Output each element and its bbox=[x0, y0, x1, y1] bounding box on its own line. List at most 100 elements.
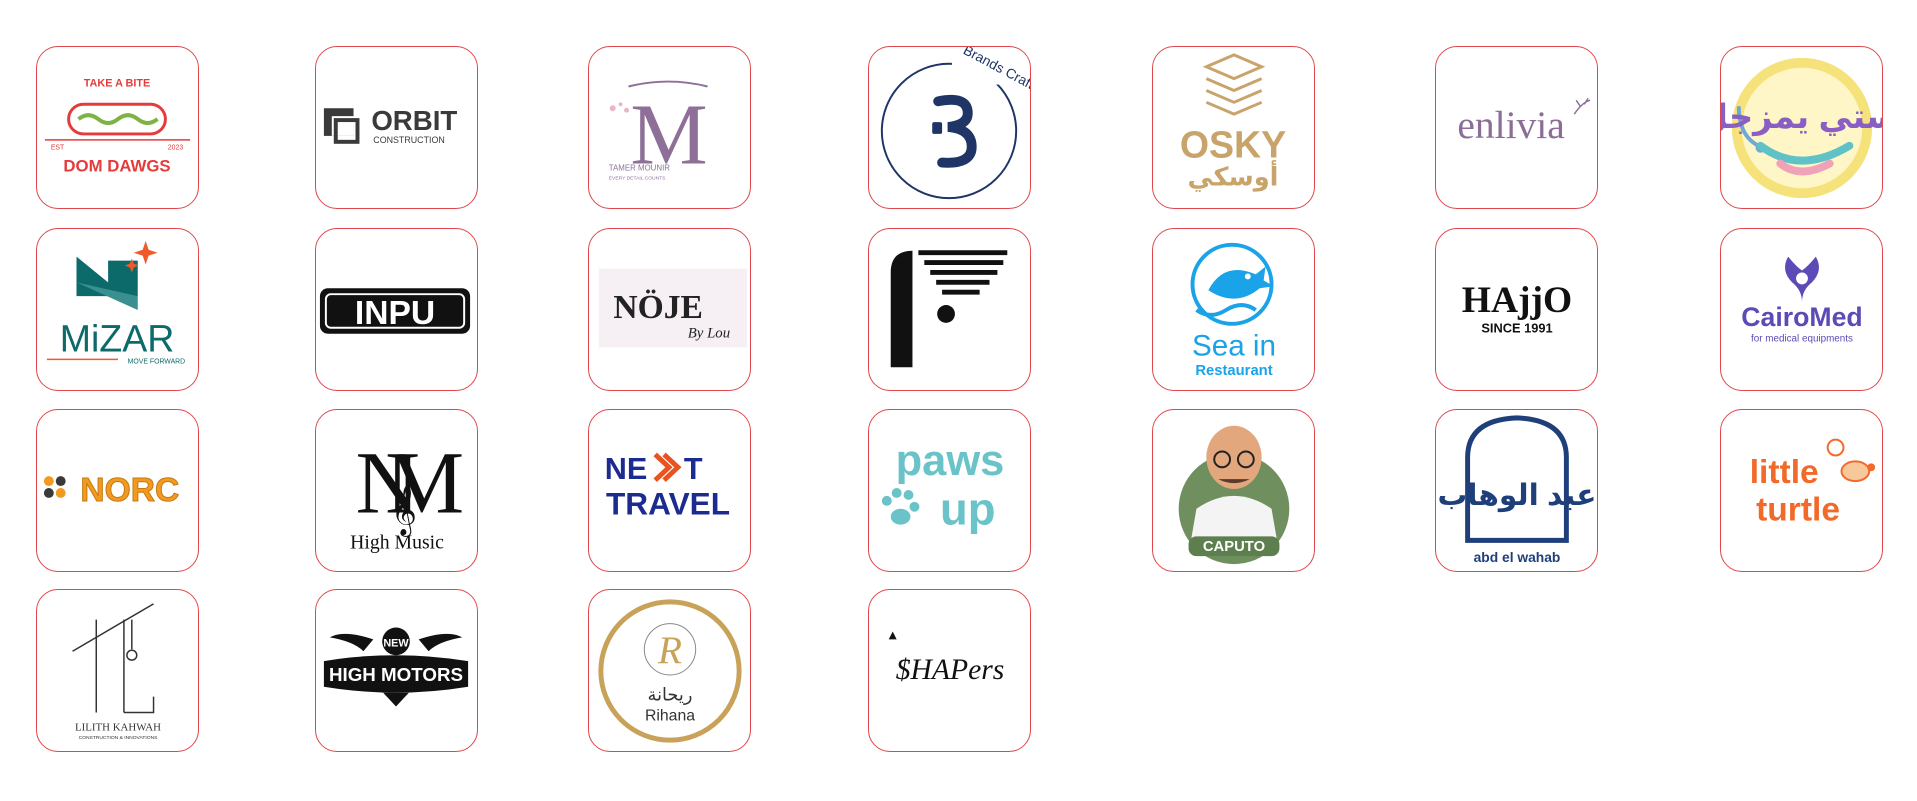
rihana-arabic: ريحانة bbox=[648, 685, 693, 705]
lilith-kahwah-sub: CONSTRUCTION & INNOVATIONS bbox=[79, 735, 159, 741]
noje-sub: By Lou bbox=[688, 326, 730, 342]
logo-kids-arabic: بستي يمزجل bbox=[1720, 46, 1883, 209]
high-music-name: High Music bbox=[350, 531, 444, 553]
osky-arabic: أوسكي bbox=[1188, 159, 1279, 192]
osky-logo: OSKY أوسكي bbox=[1180, 53, 1286, 192]
logo-cairomed: CairoMed for medical equipments bbox=[1720, 228, 1883, 391]
logo-shapers: $HAPers bbox=[868, 589, 1031, 752]
logo-hajjo: HAjjO SINCE 1991 bbox=[1435, 228, 1598, 391]
lilith-crane-icon bbox=[72, 603, 155, 714]
shapers-logo: $HAPers bbox=[888, 631, 1005, 686]
logo-norc: NORC bbox=[36, 409, 199, 572]
hajjo-name: HAjjO bbox=[1462, 280, 1572, 321]
lilith-kahwah-logo: LILITH KAHWAH CONSTRUCTION & INNOVATIONS bbox=[72, 603, 161, 741]
logo-paws-up: paws up bbox=[868, 409, 1031, 572]
orbit-sub: CONSTRUCTION bbox=[373, 135, 445, 145]
f-mark-icon bbox=[890, 250, 913, 368]
tamer-mounir-sub: EVERY DETAIL COUNTS bbox=[609, 175, 666, 181]
kids-arabic-logo: بستي يمزجل bbox=[1721, 57, 1882, 199]
new-high-motors-name: HIGH MOTORS bbox=[329, 664, 463, 685]
mizar-name: MiZAR bbox=[60, 317, 175, 359]
logo-mizar: MiZAR MOVE FORWARD bbox=[36, 228, 199, 391]
logo-new-high-motors: NEW HIGH MOTORS bbox=[315, 589, 478, 752]
stacked-layers-icon bbox=[1202, 53, 1266, 116]
norc-drops-icon bbox=[43, 476, 66, 498]
wave-icon bbox=[1195, 303, 1257, 317]
fish-icon bbox=[1208, 266, 1274, 299]
tamer-mounir-name: TAMER MOUNIR bbox=[609, 163, 671, 172]
noje-name: NÖJE bbox=[613, 289, 703, 326]
rihana-logo: R ريحانة Rihana bbox=[598, 599, 742, 743]
new-high-motors-logo: NEW HIGH MOTORS bbox=[323, 627, 469, 707]
inpu-name: INPU bbox=[355, 295, 435, 332]
sea-in-sub: Restaurant bbox=[1195, 363, 1272, 379]
dom-dawgs-year: 2023 bbox=[168, 145, 184, 152]
abd-el-wahab-name: abd el wahab bbox=[1474, 549, 1561, 565]
logo-orbit: ORBIT CONSTRUCTION bbox=[315, 46, 478, 209]
noje-logo: NÖJE By Lou bbox=[598, 268, 748, 348]
rihana-monogram-icon: R bbox=[657, 628, 682, 672]
little-turtle-turtle: turtle bbox=[1756, 492, 1840, 529]
inpu-logo: INPU bbox=[319, 288, 471, 334]
new-high-motors-new: NEW bbox=[383, 637, 409, 649]
abd-el-wahab-logo: عبد الوهاب abd el wahab bbox=[1438, 415, 1597, 565]
shapers-name: $HAPers bbox=[896, 654, 1005, 686]
next-travel-ne: NE bbox=[605, 452, 648, 486]
logo-noje: NÖJE By Lou bbox=[588, 228, 751, 391]
f-mark-logo bbox=[890, 250, 1008, 368]
sea-in-logo: Sea in Restaurant bbox=[1190, 242, 1276, 379]
dom-dawgs-logo: TAKE A BITE EST 2023 DOM DAWGS bbox=[44, 78, 191, 175]
logo-sea-in: Sea in Restaurant bbox=[1152, 228, 1315, 391]
tamer-mounir-logo: M TAMER MOUNIR EVERY DETAIL COUNTS bbox=[609, 80, 708, 183]
logo-tamer-mounir: M TAMER MOUNIR EVERY DETAIL COUNTS bbox=[588, 46, 751, 209]
paw-print-icon bbox=[881, 488, 920, 525]
flower-icon bbox=[609, 105, 616, 112]
turtle-icon bbox=[1840, 460, 1871, 483]
rihana-name: Rihana bbox=[645, 707, 695, 724]
next-travel-travel: TRAVEL bbox=[606, 486, 730, 522]
next-travel-t: T bbox=[684, 452, 703, 486]
orbit-name: ORBIT bbox=[371, 105, 457, 136]
orbit-logo: ORBIT CONSTRUCTION bbox=[323, 105, 457, 145]
bc-monogram-icon bbox=[933, 94, 977, 168]
kids-arabic-name: بستي يمزجل bbox=[1721, 99, 1882, 137]
osky-name: OSKY bbox=[1180, 124, 1286, 166]
hajjo-sub: SINCE 1991 bbox=[1481, 321, 1552, 336]
lilith-kahwah-name: LILITH KAHWAH bbox=[75, 721, 161, 733]
logo-caputo: CAPUTO bbox=[1152, 409, 1315, 572]
logo-osky: OSKY أوسكي bbox=[1152, 46, 1315, 209]
enlivia-name: enlivia bbox=[1457, 103, 1565, 147]
logo-dom-dawgs: TAKE A BITE EST 2023 DOM DAWGS bbox=[36, 46, 199, 209]
logo-f-mark bbox=[868, 228, 1031, 391]
little-turtle-logo: little turtle bbox=[1750, 438, 1876, 529]
mizar-logo: MiZAR MOVE FORWARD bbox=[46, 240, 186, 365]
paws-up-up: up bbox=[940, 484, 996, 535]
cairomed-sub: for medical equipments bbox=[1751, 334, 1853, 345]
logo-inpu: INPU bbox=[315, 228, 478, 391]
logo-next-travel: NE T TRAVEL bbox=[588, 409, 751, 572]
norc-logo: NORC bbox=[43, 471, 180, 509]
next-travel-logo: NE T TRAVEL bbox=[605, 452, 730, 522]
logo-lilith-kahwah: LILITH KAHWAH CONSTRUCTION & INNOVATIONS bbox=[36, 589, 199, 752]
caputo-name: CAPUTO bbox=[1203, 539, 1265, 555]
logo-brands-crafter: Brands Crafter bbox=[868, 46, 1031, 209]
crown-icon bbox=[888, 631, 897, 640]
logo-abd-el-wahab: عبد الوهاب abd el wahab bbox=[1435, 409, 1598, 572]
brands-crafter-logo: Brands Crafter bbox=[880, 47, 1030, 200]
logo-grid: TAKE A BITE EST 2023 DOM DAWGS ORBIT CON… bbox=[0, 0, 1917, 801]
abd-el-wahab-arabic: عبد الوهاب bbox=[1438, 479, 1597, 512]
treble-clef-icon: 𝄞 bbox=[391, 487, 417, 538]
mizar-sub: MOVE FORWARD bbox=[128, 358, 186, 365]
norc-name: NORC bbox=[80, 472, 179, 509]
dom-dawgs-est: EST bbox=[51, 145, 65, 152]
paws-up-logo: paws up bbox=[881, 437, 1004, 535]
logo-little-turtle: little turtle bbox=[1720, 409, 1883, 572]
sprig-icon bbox=[1573, 97, 1591, 115]
hotdog-icon bbox=[77, 113, 159, 126]
high-music-logo: N M 𝄞 High Music bbox=[350, 435, 464, 554]
hajjo-logo: HAjjO SINCE 1991 bbox=[1462, 280, 1572, 336]
cairomed-logo: CairoMed for medical equipments bbox=[1741, 256, 1863, 345]
cairomed-name: CairoMed bbox=[1741, 302, 1862, 332]
eagle-tail-icon bbox=[383, 692, 409, 707]
logo-enlivia: enlivia bbox=[1435, 46, 1598, 209]
